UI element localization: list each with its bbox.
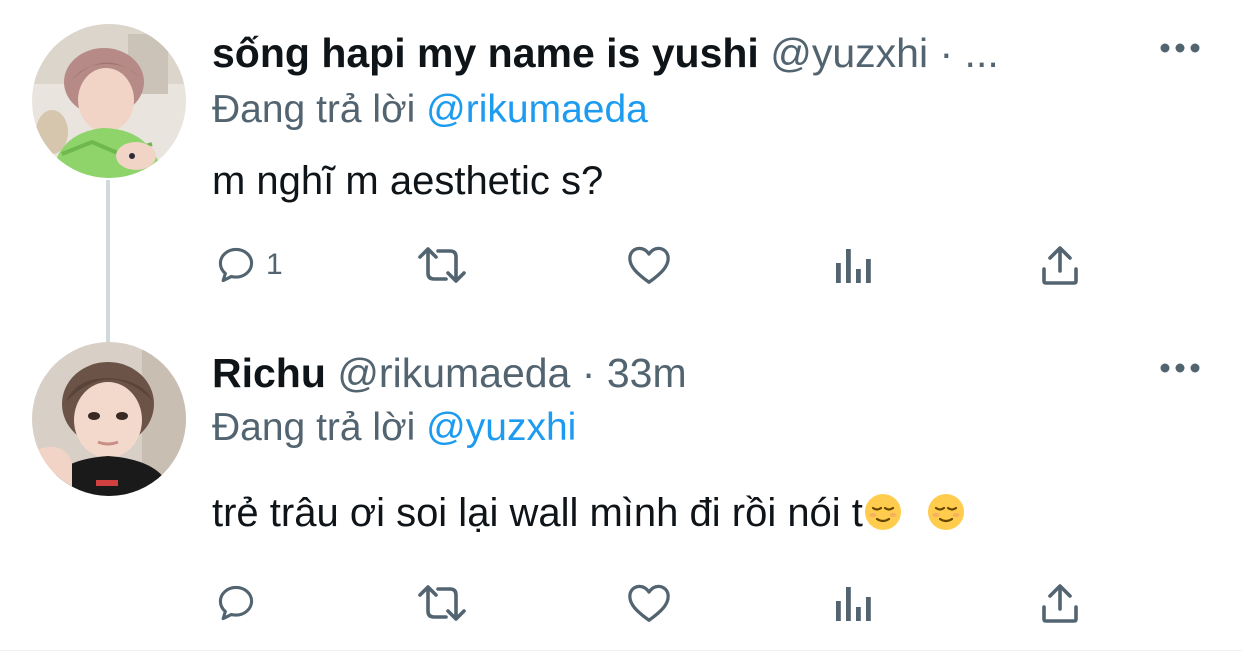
tweet-text-content: trẻ trâu ơi soi lại wall mình đi rồi nói… bbox=[212, 491, 863, 535]
like-button[interactable] bbox=[626, 240, 672, 290]
username-handle[interactable]: @rikumaeda bbox=[337, 350, 570, 396]
tweet-text: trẻ trâu ơi soi lại wall mình đi rồi nói… bbox=[212, 488, 966, 538]
tweet-actions: 1 bbox=[212, 240, 1112, 290]
display-name[interactable]: Richu bbox=[212, 350, 326, 396]
like-button[interactable] bbox=[626, 578, 672, 628]
views-icon bbox=[836, 587, 871, 621]
replying-to-line: Đang trả lời @rikumaeda bbox=[212, 86, 648, 134]
reply-button[interactable]: 1 bbox=[214, 240, 283, 290]
like-icon bbox=[628, 584, 670, 622]
views-button[interactable] bbox=[834, 578, 874, 628]
tweet[interactable]: sống hapi my name is yushi @yuzxhi · ...… bbox=[0, 0, 1242, 330]
tweet-text-content: m nghĩ m aesthetic s? bbox=[212, 159, 604, 203]
tweet[interactable]: Richu @rikumaeda · 33m Đang trả lời @yuz… bbox=[0, 332, 1242, 654]
replying-to-mention[interactable]: @rikumaeda bbox=[426, 88, 648, 131]
reply-button[interactable] bbox=[214, 578, 266, 628]
reply-count: 1 bbox=[266, 248, 283, 281]
more-options-icon[interactable] bbox=[1158, 358, 1202, 378]
replying-to-mention[interactable]: @yuzxhi bbox=[426, 406, 576, 449]
views-icon bbox=[836, 249, 871, 283]
tweet-actions bbox=[212, 578, 1112, 628]
avatar[interactable] bbox=[32, 24, 186, 178]
share-button[interactable] bbox=[1040, 240, 1080, 290]
tweet-header: sống hapi my name is yushi @yuzxhi · ... bbox=[212, 28, 999, 78]
replying-to-label: Đang trả lời bbox=[212, 88, 416, 131]
display-name[interactable]: sống hapi my name is yushi bbox=[212, 30, 759, 76]
views-button[interactable] bbox=[834, 240, 874, 290]
retweet-icon bbox=[418, 585, 466, 621]
divider bbox=[0, 650, 1242, 651]
username-handle[interactable]: @yuzxhi bbox=[770, 30, 928, 76]
avatar-photo bbox=[32, 342, 186, 496]
retweet-button[interactable] bbox=[414, 240, 470, 290]
relieved-face-emoji bbox=[864, 494, 901, 530]
timestamp[interactable]: ... bbox=[965, 30, 999, 76]
relieved-face-emoji bbox=[928, 494, 965, 530]
share-button[interactable] bbox=[1040, 578, 1080, 628]
like-icon bbox=[628, 246, 670, 284]
more-options-icon[interactable] bbox=[1158, 38, 1202, 58]
replying-to-label: Đang trả lời bbox=[212, 406, 416, 449]
reply-icon bbox=[218, 247, 254, 283]
avatar[interactable] bbox=[32, 342, 186, 496]
separator-dot: · bbox=[581, 350, 596, 396]
tweet-header: Richu @rikumaeda · 33m bbox=[212, 348, 687, 398]
share-icon bbox=[1042, 246, 1078, 285]
retweet-button[interactable] bbox=[414, 578, 470, 628]
reply-thread: sống hapi my name is yushi @yuzxhi · ...… bbox=[0, 0, 1242, 654]
separator-dot: · bbox=[939, 30, 954, 76]
share-icon bbox=[1042, 584, 1078, 623]
timestamp[interactable]: 33m bbox=[607, 350, 687, 396]
reply-icon bbox=[218, 585, 254, 621]
retweet-icon bbox=[418, 247, 466, 283]
avatar-photo bbox=[32, 24, 186, 178]
tweet-text: m nghĩ m aesthetic s? bbox=[212, 156, 603, 206]
replying-to-line: Đang trả lời @yuzxhi bbox=[212, 404, 576, 452]
